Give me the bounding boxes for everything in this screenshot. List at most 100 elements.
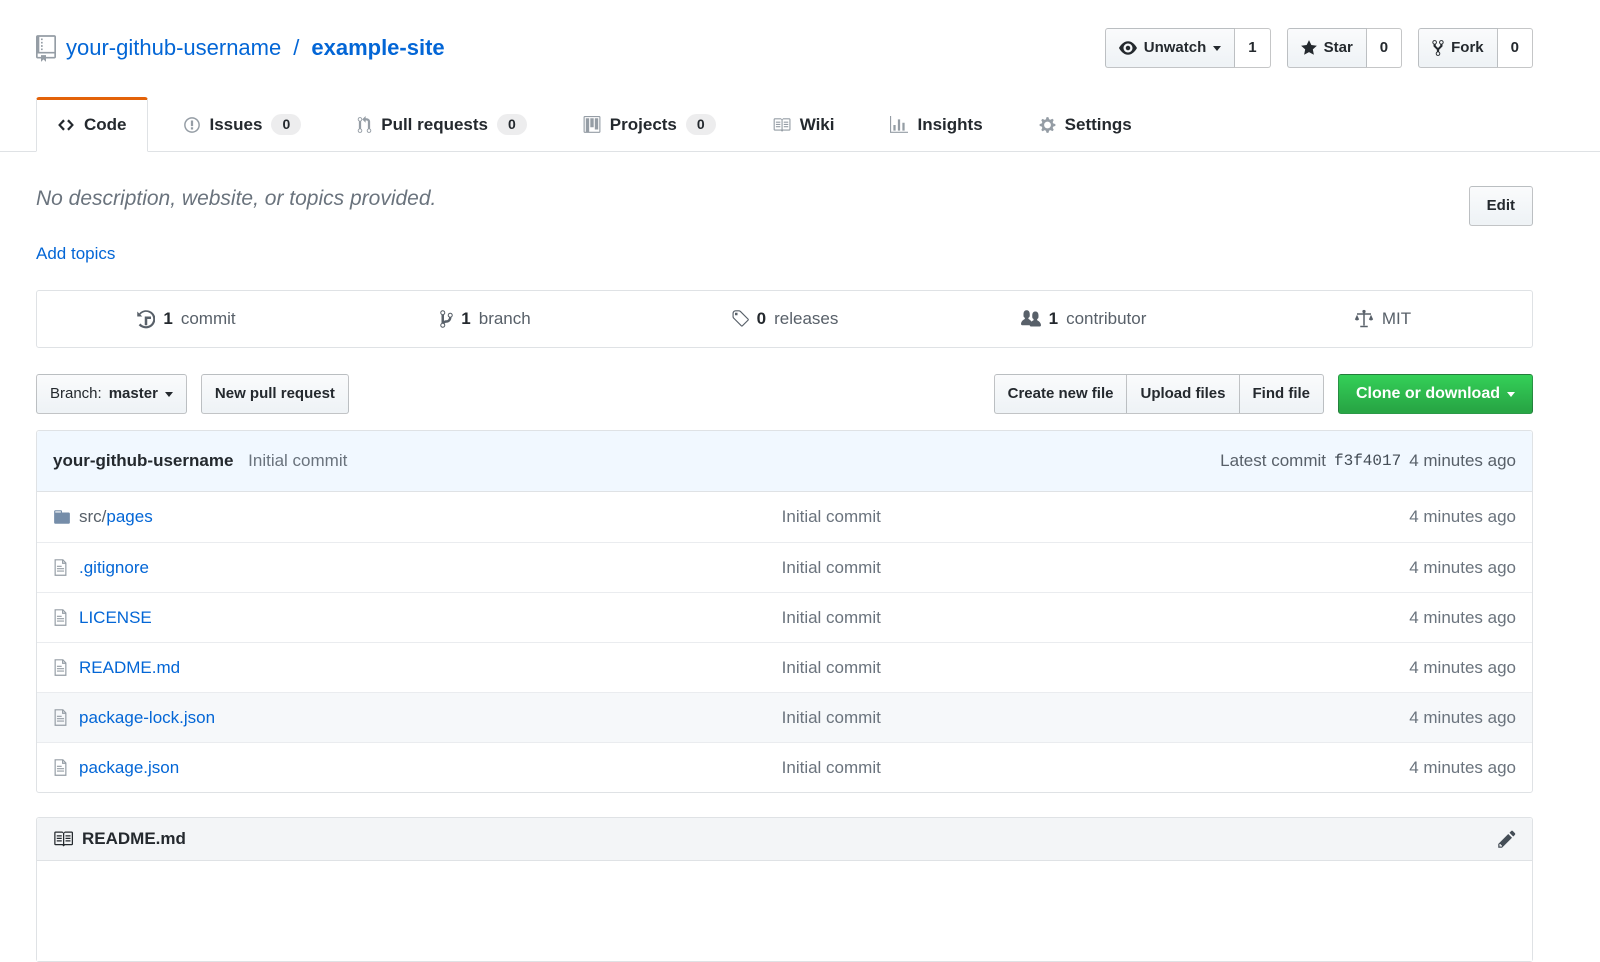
tab-issues-label: Issues: [210, 115, 263, 135]
about-section: No description, website, or topics provi…: [36, 186, 1533, 226]
file-link[interactable]: package.json: [79, 758, 179, 777]
gear-icon: [1039, 116, 1056, 134]
pulls-counter-badge: 0: [497, 114, 527, 135]
branch-name-label: master: [109, 384, 158, 404]
file-age: 4 minutes ago: [1322, 558, 1532, 578]
file-age: 4 minutes ago: [1322, 507, 1532, 527]
upload-files-button[interactable]: Upload files: [1126, 374, 1239, 414]
stat-branches[interactable]: 1 branch: [336, 291, 635, 347]
repo-book-icon: [36, 35, 56, 62]
star-group: Star 0: [1287, 28, 1403, 68]
forks-count[interactable]: 0: [1498, 28, 1533, 68]
clone-or-download-button[interactable]: Clone or download: [1338, 374, 1533, 414]
fork-group: Fork 0: [1418, 28, 1533, 68]
tab-wiki-label: Wiki: [800, 115, 835, 135]
tab-projects[interactable]: Projects 0: [562, 96, 737, 152]
law-scale-icon: [1354, 309, 1374, 329]
repo-stats-bar: 1 commit 1 branch 0 releases 1 contribut…: [36, 290, 1533, 348]
file-link[interactable]: .gitignore: [79, 558, 149, 577]
tab-code[interactable]: Code: [36, 97, 148, 152]
file-commit-message-link[interactable]: Initial commit: [782, 708, 881, 727]
issue-opened-icon: [183, 116, 201, 134]
file-link[interactable]: LICENSE: [79, 608, 152, 627]
star-label: Star: [1324, 38, 1353, 58]
branches-label: branch: [479, 309, 531, 329]
file-commit-message-link[interactable]: Initial commit: [782, 758, 881, 777]
file-link[interactable]: README.md: [79, 658, 180, 677]
edit-button[interactable]: Edit: [1469, 186, 1533, 226]
file-commit-message-link[interactable]: Initial commit: [782, 507, 881, 526]
releases-count: 0: [757, 309, 766, 329]
readme-header: README.md: [37, 818, 1532, 861]
stat-license[interactable]: MIT: [1233, 291, 1532, 347]
table-row: package-lock.json Initial commit 4 minut…: [37, 692, 1532, 742]
new-pull-request-button[interactable]: New pull request: [201, 374, 349, 414]
commit-sha-link[interactable]: f3f4017: [1334, 452, 1401, 470]
star-button[interactable]: Star: [1287, 28, 1367, 68]
git-pull-request-icon: [357, 116, 372, 134]
file-icon: [53, 708, 79, 727]
folder-path-prefix[interactable]: src/: [79, 507, 106, 526]
tab-wiki[interactable]: Wiki: [751, 97, 856, 152]
file-link[interactable]: package-lock.json: [79, 708, 215, 727]
file-actions-group: Create new file Upload files Find file: [994, 374, 1324, 414]
commit-author-link[interactable]: your-github-username: [53, 451, 233, 470]
tab-pulls-label: Pull requests: [381, 115, 488, 135]
file-icon: [53, 608, 79, 627]
repo-path-separator: /: [291, 35, 301, 61]
table-row: .gitignore Initial commit 4 minutes ago: [37, 542, 1532, 592]
add-topics-link[interactable]: Add topics: [36, 244, 115, 264]
tab-code-label: Code: [84, 115, 127, 135]
wiki-book-icon: [772, 116, 791, 134]
license-label: MIT: [1382, 309, 1411, 329]
branch-select-button[interactable]: Branch: master: [36, 374, 187, 414]
repo-name-link[interactable]: example-site: [311, 35, 444, 61]
tab-insights[interactable]: Insights: [869, 97, 1003, 152]
commit-message-link[interactable]: Initial commit: [248, 451, 347, 470]
commit-summary: your-github-username Initial commit: [53, 451, 347, 471]
file-link[interactable]: pages: [106, 507, 152, 526]
unwatch-label: Unwatch: [1144, 38, 1207, 58]
unwatch-button[interactable]: Unwatch: [1105, 28, 1236, 68]
create-new-file-button[interactable]: Create new file: [994, 374, 1128, 414]
watch-group: Unwatch 1: [1105, 28, 1271, 68]
latest-commit-bar: your-github-username Initial commit Late…: [37, 431, 1532, 492]
file-commit-message-link[interactable]: Initial commit: [782, 658, 881, 677]
fork-button[interactable]: Fork: [1418, 28, 1498, 68]
tab-pull-requests[interactable]: Pull requests 0: [336, 96, 548, 152]
find-file-button[interactable]: Find file: [1239, 374, 1325, 414]
stat-contributors[interactable]: 1 contributor: [934, 291, 1233, 347]
caret-down-icon: [165, 392, 173, 397]
repo-description: No description, website, or topics provi…: [36, 186, 436, 212]
table-row: LICENSE Initial commit 4 minutes ago: [37, 592, 1532, 642]
repo-main-content: No description, website, or topics provi…: [36, 152, 1533, 962]
file-commit-message-link[interactable]: Initial commit: [782, 558, 881, 577]
stars-count[interactable]: 0: [1367, 28, 1402, 68]
readme-edit-pencil-button[interactable]: [1498, 829, 1516, 849]
folder-icon: [53, 508, 79, 526]
project-board-icon: [583, 116, 601, 134]
contributors-label: contributor: [1066, 309, 1146, 329]
stat-releases[interactable]: 0 releases: [635, 291, 934, 347]
caret-down-icon: [1213, 46, 1221, 51]
repo-header: your-github-username / example-site Unwa…: [36, 0, 1533, 68]
book-icon: [53, 829, 73, 849]
file-age: 4 minutes ago: [1322, 658, 1532, 678]
commits-label: commit: [181, 309, 236, 329]
file-age: 4 minutes ago: [1322, 608, 1532, 628]
table-row: src/pages Initial commit 4 minutes ago: [37, 492, 1532, 542]
readme-body: [37, 861, 1532, 961]
file-navigation: Branch: master New pull request Create n…: [36, 374, 1533, 414]
latest-commit-meta: Latest commit f3f4017 4 minutes ago: [1220, 451, 1516, 471]
repo-social-actions: Unwatch 1 Star 0 Fork 0: [1105, 28, 1533, 68]
repo-owner-link[interactable]: your-github-username: [66, 35, 281, 61]
tab-issues[interactable]: Issues 0: [162, 96, 323, 152]
watchers-count[interactable]: 1: [1235, 28, 1270, 68]
tag-icon: [731, 309, 749, 329]
file-commit-message-link[interactable]: Initial commit: [782, 608, 881, 627]
commits-count: 1: [163, 309, 172, 329]
stat-commits[interactable]: 1 commit: [37, 291, 336, 347]
tab-settings[interactable]: Settings: [1018, 97, 1153, 152]
contributors-count: 1: [1049, 309, 1058, 329]
repo-forked-icon: [1432, 39, 1444, 57]
